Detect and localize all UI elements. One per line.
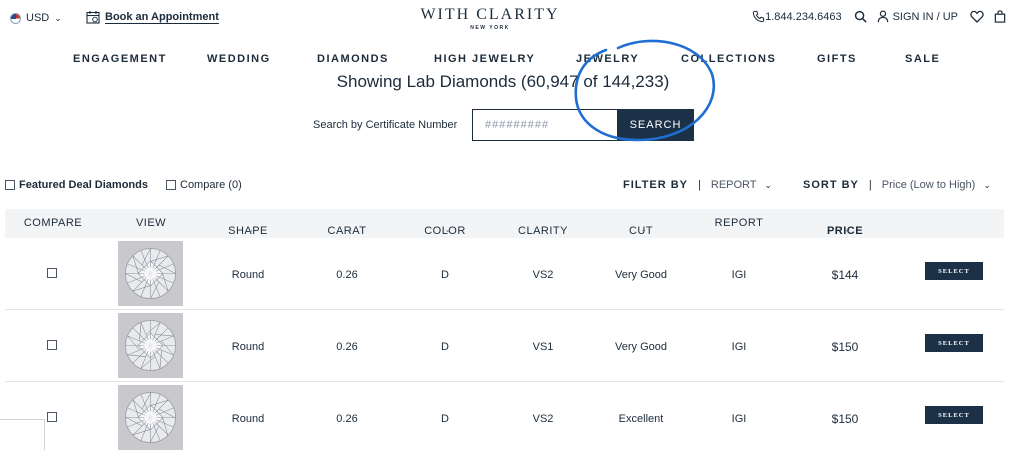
search-icon[interactable] [854, 10, 867, 23]
nav-sale[interactable]: SALE [905, 53, 940, 65]
table-header: COMPARE VIEW SHAPE ⌄ CARAT ⌄ COLOR ⌄ CLARIT… [5, 209, 1004, 238]
color-cell: D [441, 413, 449, 425]
corner-widget [0, 419, 45, 450]
featured-deal-label: Featured Deal Diamonds [19, 179, 148, 191]
chevron-down-icon: ⌄ [844, 225, 852, 234]
color-cell: D [441, 269, 449, 281]
report-cell: IGI [731, 413, 747, 425]
chevron-down-icon: ⌄ [247, 225, 255, 234]
sort-dropdown[interactable]: Price (Low to High) ⌄ [882, 179, 991, 191]
clarity-cell: VS2 [532, 413, 554, 425]
header-tools: 1.844.234.6463 SIGN IN / UP [752, 10, 1006, 23]
compare-checkbox[interactable] [166, 180, 176, 190]
nav-collections[interactable]: COLLECTIONS [681, 53, 776, 65]
price-cell: $144 [831, 268, 859, 282]
divider: | [698, 179, 701, 191]
appointment-label: Book an Appointment [105, 11, 219, 23]
chevron-down-icon: ⌄ [346, 225, 354, 234]
compare-toggle[interactable]: Compare (0) [166, 179, 242, 191]
calendar-icon [86, 11, 100, 24]
featured-deal-toggle[interactable]: Featured Deal Diamonds [5, 179, 148, 191]
shape-cell: Round [231, 269, 265, 281]
divider: | [868, 179, 872, 191]
nav-wedding[interactable]: WEDDING [207, 53, 271, 65]
chevron-down-icon: ⌄ [542, 225, 550, 234]
price-cell: $150 [831, 412, 859, 426]
filter-row: Featured Deal Diamonds Compare (0) FILTE… [0, 179, 1024, 195]
cut-cell: Excellent [618, 413, 664, 425]
cut-cell: Very Good [615, 269, 667, 281]
logo-main-text: WITH CLARITY [420, 6, 560, 23]
diamond-thumbnail[interactable] [118, 385, 183, 450]
cut-cell: Very Good [615, 341, 667, 353]
clarity-cell: VS2 [532, 269, 554, 281]
carat-cell: 0.26 [336, 413, 358, 425]
filter-by: FILTER BY | REPORT ⌄ [623, 179, 772, 191]
chevron-down-icon: ⌄ [764, 180, 772, 190]
main-nav: ENGAGEMENT WEDDING DIAMONDS HIGH JEWELRY… [0, 53, 1024, 67]
search-button[interactable]: SEARCH [617, 109, 694, 141]
certificate-search-input[interactable] [472, 109, 618, 141]
carat-cell: 0.26 [336, 341, 358, 353]
results-heading: Showing Lab Diamonds (60,947 of 144,233) [336, 72, 670, 91]
table-row[interactable]: Round 0.26 D VS2 Excellent IGI $150 SELECT [5, 382, 1004, 450]
select-button[interactable]: SELECT [925, 334, 983, 352]
report-cell: IGI [731, 269, 747, 281]
phone-icon [753, 10, 765, 23]
currency-label: USD [26, 12, 50, 24]
book-appointment-link[interactable]: Book an Appointment [86, 10, 219, 24]
table-row[interactable]: Round 0.26 D VS2 Very Good IGI $144 SELECT [5, 238, 1004, 310]
sort-value: Price (Low to High) [881, 179, 976, 191]
nav-diamonds[interactable]: DIAMONDS [317, 53, 389, 65]
shape-cell: Round [231, 413, 265, 425]
featured-deal-checkbox[interactable] [5, 180, 15, 190]
phone-number: 1.844.234.6463 [765, 10, 842, 23]
nav-engagement[interactable]: ENGAGEMENT [73, 53, 167, 65]
color-cell: D [441, 341, 449, 353]
heart-icon[interactable] [970, 10, 984, 23]
report-filter-dropdown[interactable]: REPORT ⌄ [711, 179, 772, 191]
currency-selector[interactable]: USD ⌄ [10, 12, 62, 24]
clarity-cell: VS1 [532, 341, 554, 353]
select-button[interactable]: SELECT [925, 262, 983, 280]
user-icon [877, 10, 888, 23]
chevron-down-icon: ⌄ [444, 225, 452, 234]
certificate-search-label: Search by Certificate Number [313, 119, 458, 131]
us-flag-icon [10, 12, 21, 24]
brand-logo[interactable]: WITH CLARITY NEW YORK [400, 6, 580, 31]
col-view: VIEW [135, 217, 167, 229]
nav-gifts[interactable]: GIFTS [817, 53, 857, 65]
chevron-down-icon: ⌄ [983, 180, 991, 190]
price-cell: $150 [831, 340, 859, 354]
diamond-thumbnail[interactable] [118, 313, 183, 378]
carat-cell: 0.26 [336, 269, 358, 281]
filter-by-label: FILTER BY [623, 179, 689, 191]
col-compare: COMPARE [23, 217, 83, 229]
sort-by: SORT BY | Price (Low to High) ⌄ [803, 179, 991, 191]
nav-jewelry[interactable]: JEWELRY [576, 53, 639, 65]
compare-row-checkbox[interactable] [47, 268, 57, 278]
phone-link[interactable]: 1.844.234.6463 [752, 10, 842, 23]
diamond-thumbnail[interactable] [118, 241, 183, 306]
sign-in-label: SIGN IN / UP [892, 10, 958, 23]
shape-cell: Round [231, 341, 265, 353]
shopping-bag-icon[interactable] [994, 10, 1006, 23]
report-cell: IGI [731, 341, 747, 353]
compare-row-checkbox[interactable] [47, 412, 57, 422]
compare-label: Compare (0) [180, 179, 242, 191]
table-row[interactable]: Round 0.26 D VS1 Very Good IGI $150 SELECT [5, 310, 1004, 382]
logo-sub-text: NEW YORK [470, 25, 510, 31]
nav-high-jewelry[interactable]: HIGH JEWELRY [434, 53, 535, 65]
chevron-down-icon: ⌄ [54, 12, 62, 23]
compare-row-checkbox[interactable] [47, 340, 57, 350]
top-bar: USD ⌄ Book an Appointment WITH CLARITY N… [0, 0, 1024, 40]
select-button[interactable]: SELECT [925, 406, 983, 424]
col-report: REPORT [714, 217, 764, 229]
sign-in-link[interactable]: SIGN IN / UP [877, 10, 958, 23]
chevron-down-icon: ⌄ [640, 225, 648, 234]
report-filter-label: REPORT [710, 179, 757, 191]
sort-by-label: SORT BY [803, 179, 859, 191]
